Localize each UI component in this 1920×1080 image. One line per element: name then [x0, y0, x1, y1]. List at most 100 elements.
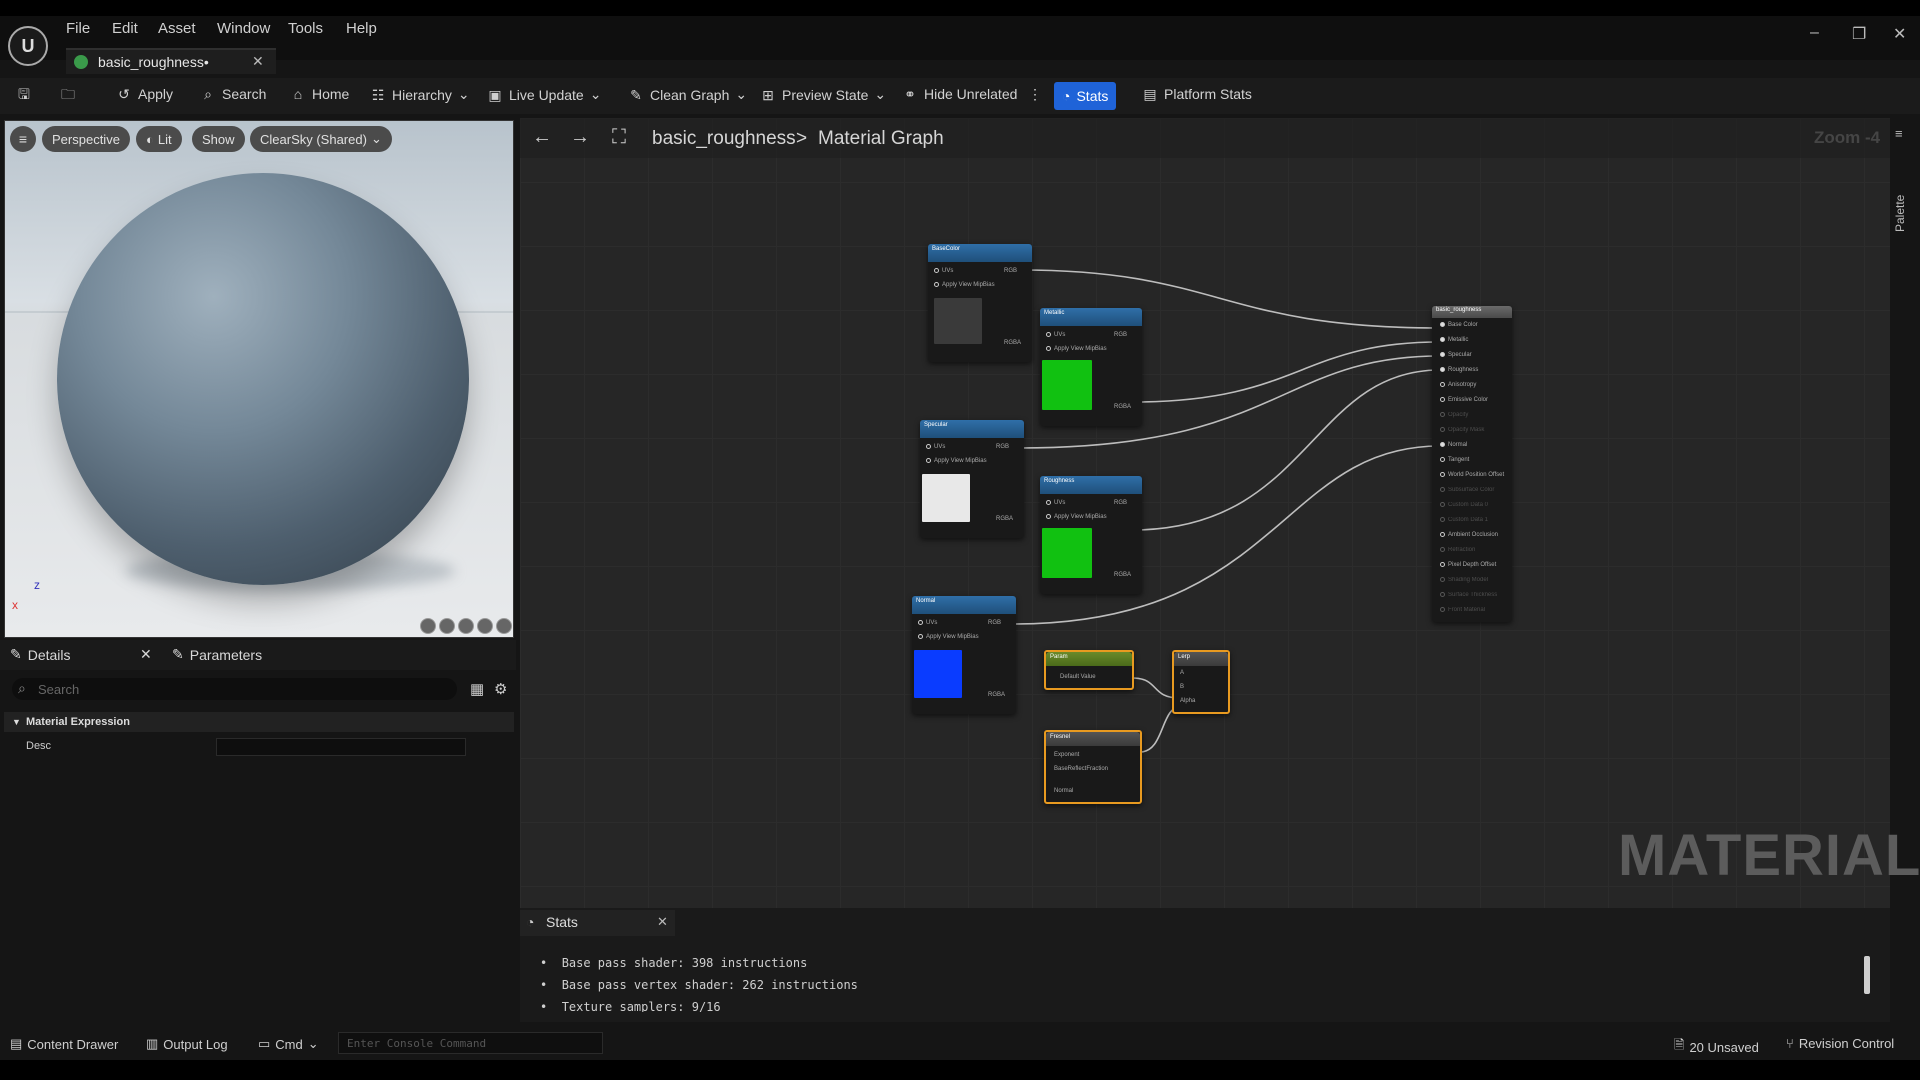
- custom-shape-icon[interactable]: [496, 618, 512, 634]
- node-pin[interactable]: RGBA: [988, 692, 1005, 698]
- node-option[interactable]: Apply View MipBias: [1046, 514, 1107, 520]
- node-pin[interactable]: RGB: [1004, 268, 1017, 274]
- lit-button[interactable]: ◐ Lit: [136, 126, 182, 152]
- details-tab[interactable]: ✎ Details: [10, 646, 71, 663]
- node-pin[interactable]: Normal: [1054, 788, 1073, 794]
- node-pin[interactable]: BaseReflectFraction: [1054, 766, 1108, 772]
- details-tab-close-icon[interactable]: ✕: [140, 646, 152, 663]
- output-pin[interactable]: Shading Model: [1440, 577, 1488, 583]
- roughness-node[interactable]: Roughness UVs Apply View MipBias RGB RGB…: [1040, 476, 1142, 594]
- output-pin[interactable]: Surface Thickness: [1440, 592, 1497, 598]
- menu-asset[interactable]: Asset: [158, 20, 196, 37]
- node-pin[interactable]: UVs: [1046, 332, 1065, 338]
- content-drawer-button[interactable]: ▤ Content Drawer: [10, 1036, 118, 1052]
- hierarchy-button[interactable]: ☷ Hierarchy ⌄: [370, 86, 470, 103]
- node-option[interactable]: Apply View MipBias: [934, 282, 995, 288]
- node-pin[interactable]: UVs: [918, 620, 937, 626]
- material-expression-section[interactable]: ▼ Material Expression: [4, 712, 514, 732]
- node-pin[interactable]: A: [1180, 670, 1184, 676]
- menu-file[interactable]: File: [66, 20, 90, 37]
- more-options-icon[interactable]: ⋮: [1028, 86, 1042, 103]
- minimize-icon[interactable]: –: [1810, 24, 1819, 42]
- browse-icon[interactable]: 🗀: [60, 86, 76, 102]
- console-command-input[interactable]: [347, 1035, 597, 1051]
- output-pin[interactable]: Normal: [1440, 442, 1467, 448]
- document-tab[interactable]: basic_roughness• ✕: [66, 48, 276, 74]
- breadcrumb-root[interactable]: basic_roughness: [652, 128, 796, 150]
- node-pin[interactable]: RGB: [996, 444, 1009, 450]
- perspective-button[interactable]: Perspective: [42, 126, 130, 152]
- table-view-icon[interactable]: ▦: [470, 680, 484, 698]
- material-graph-canvas[interactable]: [520, 118, 1890, 908]
- output-pin[interactable]: Specular: [1440, 352, 1472, 358]
- node-pin[interactable]: RGBA: [1004, 340, 1021, 346]
- output-pin[interactable]: Custom Data 1: [1440, 517, 1488, 523]
- stats-tab[interactable]: [520, 910, 675, 936]
- node-pin[interactable]: Alpha: [1180, 698, 1195, 704]
- platform-stats-button[interactable]: ▤ Platform Stats: [1142, 86, 1252, 102]
- parameters-tab[interactable]: ✎ Parameters: [172, 646, 262, 663]
- node-pin[interactable]: RGBA: [1114, 572, 1131, 578]
- details-search-input[interactable]: [38, 680, 438, 698]
- material-output-node[interactable]: basic_roughness Base Color Metallic Specul…: [1432, 306, 1512, 622]
- output-pin[interactable]: Metallic: [1440, 337, 1468, 343]
- close-tab-icon[interactable]: ✕: [252, 53, 264, 70]
- metallic-node[interactable]: Metallic UVs Apply View MipBias RGB RGBA: [1040, 308, 1142, 426]
- hide-unrelated-button[interactable]: ⚭ Hide Unrelated: [902, 86, 1017, 102]
- sky-dropdown[interactable]: ClearSky (Shared) ⌄: [250, 126, 392, 152]
- menu-edit[interactable]: Edit: [112, 20, 138, 37]
- preview-state-button[interactable]: ⊞ Preview State ⌄: [760, 86, 886, 103]
- output-pin[interactable]: Subsurface Color: [1440, 487, 1494, 493]
- output-pin[interactable]: Pixel Depth Offset: [1440, 562, 1496, 568]
- desc-input[interactable]: [216, 738, 466, 756]
- breadcrumb-current[interactable]: Material Graph: [818, 128, 944, 150]
- back-arrow-icon[interactable]: ←: [532, 126, 552, 149]
- cube-shape-icon[interactable]: [477, 618, 493, 634]
- output-pin[interactable]: Refraction: [1440, 547, 1475, 553]
- viewport-menu-icon[interactable]: ≡: [10, 126, 36, 152]
- node-pin[interactable]: RGB: [1114, 332, 1127, 338]
- output-pin[interactable]: World Position Offset: [1440, 472, 1504, 478]
- revision-control-button[interactable]: ⑂ Revision Control: [1786, 1036, 1894, 1051]
- search-button[interactable]: ⌕ Search: [200, 86, 266, 102]
- unreal-logo-icon[interactable]: U: [8, 26, 48, 66]
- close-window-icon[interactable]: ✕: [1893, 24, 1906, 44]
- output-pin[interactable]: Opacity: [1440, 412, 1468, 418]
- menu-tools[interactable]: Tools: [288, 20, 323, 37]
- unsaved-button[interactable]: 🗎 20 Unsaved: [1674, 1036, 1759, 1058]
- plane-shape-icon[interactable]: [458, 618, 474, 634]
- node-option[interactable]: Apply View MipBias: [926, 458, 987, 464]
- default-value-field[interactable]: Default Value: [1060, 674, 1096, 680]
- node-pin[interactable]: UVs: [934, 268, 953, 274]
- node-pin[interactable]: RGB: [1114, 500, 1127, 506]
- output-pin[interactable]: Roughness: [1440, 367, 1478, 373]
- clean-graph-button[interactable]: ✎ Clean Graph ⌄: [628, 86, 747, 103]
- node-pin[interactable]: UVs: [926, 444, 945, 450]
- fresnel-node[interactable]: Fresnel Exponent BaseReflectFraction Nor…: [1044, 730, 1142, 804]
- normal-node[interactable]: Normal UVs Apply View MipBias RGB RGBA: [912, 596, 1016, 714]
- node-option[interactable]: Apply View MipBias: [1046, 346, 1107, 352]
- gear-icon[interactable]: ⚙: [494, 680, 507, 698]
- cmd-dropdown[interactable]: ▭ Cmd ⌄: [258, 1036, 319, 1052]
- menu-window[interactable]: Window: [217, 20, 270, 37]
- sphere-shape-icon[interactable]: [439, 618, 455, 634]
- basecolor-node[interactable]: BaseColor UVs Apply View MipBias RGB RGB…: [928, 244, 1032, 362]
- cylinder-shape-icon[interactable]: [420, 618, 436, 634]
- restore-icon[interactable]: ❐: [1852, 24, 1866, 44]
- node-pin[interactable]: RGBA: [996, 516, 1013, 522]
- output-pin[interactable]: Ambient Occlusion: [1440, 532, 1498, 538]
- forward-arrow-icon[interactable]: →: [570, 126, 590, 149]
- palette-tab[interactable]: Palette: [1893, 132, 1917, 232]
- output-pin[interactable]: Front Material: [1440, 607, 1485, 613]
- specular-node[interactable]: Specular UVs Apply View MipBias RGB RGBA: [920, 420, 1024, 538]
- preview-viewport[interactable]: [4, 120, 514, 638]
- node-pin[interactable]: Exponent: [1054, 752, 1079, 758]
- stats-scrollbar[interactable]: [1864, 956, 1870, 994]
- output-pin[interactable]: Opacity Mask: [1440, 427, 1484, 433]
- stats-button[interactable]: ◔ Stats: [1054, 82, 1117, 110]
- param-node[interactable]: Param Default Value: [1044, 650, 1134, 690]
- menu-help[interactable]: Help: [346, 20, 377, 37]
- output-log-button[interactable]: ▥ Output Log: [146, 1036, 228, 1052]
- node-pin[interactable]: UVs: [1046, 500, 1065, 506]
- lerp-node[interactable]: Lerp A B Alpha: [1172, 650, 1230, 714]
